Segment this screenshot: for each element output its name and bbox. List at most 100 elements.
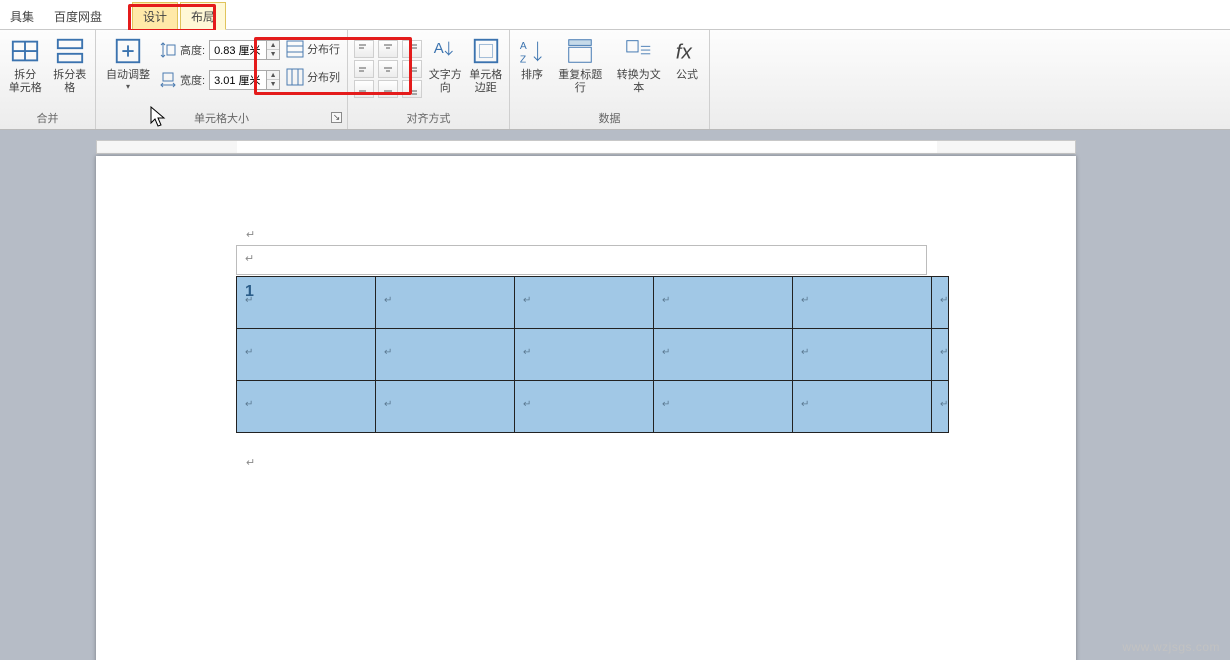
align-tc[interactable] — [378, 40, 398, 58]
end-of-row-mark: ↵ — [932, 329, 949, 381]
table-row[interactable]: ↵ ↵ ↵ ↵ ↵ ↵ — [237, 329, 949, 381]
split-table-button[interactable]: 拆分表格 — [51, 36, 90, 95]
align-tr[interactable] — [402, 40, 422, 58]
horizontal-ruler[interactable] — [96, 140, 1076, 154]
table-cell[interactable]: ↵ — [654, 329, 793, 381]
end-of-row-mark: ↵ — [932, 381, 949, 433]
autofit-label: 自动调整 — [106, 69, 150, 81]
align-tl[interactable] — [354, 40, 374, 58]
tab-design[interactable]: 设计 — [132, 2, 178, 29]
align-br[interactable] — [402, 80, 422, 98]
table-cell[interactable]: ↵ — [376, 277, 515, 329]
height-spinner[interactable]: ▲▼ — [209, 40, 280, 60]
height-label: 高度: — [180, 42, 205, 58]
table-cell[interactable]: ↵ — [237, 381, 376, 433]
cell-size-dialog-launcher[interactable]: ↘ — [331, 112, 342, 123]
split-cells-icon — [10, 36, 40, 66]
watermark-text: www.wzjsgs.com — [1122, 640, 1220, 654]
cell-margins-button[interactable]: 单元格 边距 — [469, 36, 504, 95]
sort-icon: AZ — [517, 36, 547, 66]
tab-toolset[interactable]: 具集 — [0, 3, 44, 29]
svg-text:fx: fx — [676, 41, 693, 64]
autofit-icon — [113, 36, 143, 66]
svg-text:A: A — [520, 41, 527, 52]
table-row[interactable]: 1↵ ↵ ↵ ↵ ↵ ↵ — [237, 277, 949, 329]
group-cell-size-title: 单元格大小 ↘ — [102, 110, 341, 129]
distribute-cols-button[interactable]: 分布列 — [286, 68, 340, 86]
ribbon-tab-strip: 具集 百度网盘 设计 布局 — [0, 0, 1230, 30]
table-cell[interactable]: ↵ — [515, 329, 654, 381]
height-input[interactable] — [210, 42, 266, 58]
split-cells-button[interactable]: 拆分 单元格 — [6, 36, 45, 95]
selected-table[interactable]: 1↵ ↵ ↵ ↵ ↵ ↵ ↵ ↵ ↵ ↵ ↵ ↵ ↵ ↵ ↵ ↵ ↵ ↵ — [236, 276, 949, 433]
height-up[interactable]: ▲ — [267, 41, 279, 50]
group-alignment: A 文字方向 单元格 边距 对齐方式 — [348, 30, 510, 129]
distribute-cols-icon — [286, 68, 304, 86]
row-height-icon — [160, 42, 176, 58]
repeat-header-button[interactable]: 重复标题行 — [554, 36, 607, 95]
split-cells-label: 拆分 单元格 — [9, 69, 42, 94]
autofit-button[interactable]: 自动调整 ▾ — [102, 36, 154, 91]
split-table-icon — [55, 36, 85, 66]
width-down[interactable]: ▼ — [267, 80, 279, 89]
table-cell[interactable]: ↵ — [793, 381, 932, 433]
group-merge: 拆分 单元格 拆分表格 合并 — [0, 30, 96, 129]
text-direction-icon: A — [430, 36, 460, 66]
page[interactable]: ↵ ↵ 1↵ ↵ ↵ ↵ ↵ ↵ ↵ ↵ ↵ ↵ ↵ ↵ ↵ — [96, 156, 1076, 660]
distribute-rows-button[interactable]: 分布行 — [286, 40, 340, 58]
cell-paragraph-mark: ↵ — [245, 252, 254, 265]
dropdown-indicator-icon: ▾ — [102, 82, 154, 91]
sort-label: 排序 — [521, 69, 543, 81]
paragraph-mark: ↵ — [246, 456, 255, 469]
table-cell[interactable]: ↵ — [654, 277, 793, 329]
tab-baidupan[interactable]: 百度网盘 — [44, 3, 112, 29]
alignment-grid — [354, 36, 422, 98]
text-direction-label: 文字方向 — [429, 69, 462, 94]
distribute-cols-label: 分布列 — [307, 69, 340, 85]
cell-margins-label: 单元格 边距 — [469, 69, 502, 94]
width-input[interactable] — [210, 72, 266, 88]
width-label: 宽度: — [180, 72, 205, 88]
table-cell[interactable]: ↵ — [515, 381, 654, 433]
formula-icon: fx — [672, 36, 702, 66]
align-bc[interactable] — [378, 80, 398, 98]
table-cell[interactable]: ↵ — [237, 329, 376, 381]
table-cell[interactable]: ↵ — [376, 329, 515, 381]
text-direction-button[interactable]: A 文字方向 — [428, 36, 463, 95]
formula-label: 公式 — [676, 69, 698, 81]
table-cell[interactable]: ↵ — [376, 381, 515, 433]
width-spinner[interactable]: ▲▼ — [209, 70, 280, 90]
document-area: ↵ ↵ 1↵ ↵ ↵ ↵ ↵ ↵ ↵ ↵ ↵ ↵ ↵ ↵ ↵ — [0, 130, 1230, 660]
group-data-title: 数据 — [516, 110, 703, 129]
convert-to-text-label: 转换为文本 — [617, 69, 661, 94]
split-table-label: 拆分表格 — [53, 69, 86, 94]
table-cell[interactable]: ↵ — [793, 277, 932, 329]
align-mc[interactable] — [378, 60, 398, 78]
align-ml[interactable] — [354, 60, 374, 78]
group-cell-size: 自动调整 ▾ 高度: ▲▼ 宽度: ▲▼ — [96, 30, 348, 129]
align-bl[interactable] — [354, 80, 374, 98]
table-cell[interactable]: ↵ — [515, 277, 654, 329]
convert-to-text-button[interactable]: 转换为文本 — [613, 36, 666, 95]
tab-layout[interactable]: 布局 — [180, 2, 226, 30]
formula-button[interactable]: fx 公式 — [671, 36, 703, 82]
table-cell[interactable]: ↵ — [793, 329, 932, 381]
table-cell[interactable]: ↵ — [654, 381, 793, 433]
repeat-header-label: 重复标题行 — [558, 69, 602, 94]
table-cell[interactable]: 1↵ — [237, 277, 376, 329]
table-header-row-empty[interactable]: ↵ — [236, 245, 927, 275]
table-row[interactable]: ↵ ↵ ↵ ↵ ↵ ↵ — [237, 381, 949, 433]
sort-button[interactable]: AZ 排序 — [516, 36, 548, 82]
col-width-icon — [160, 72, 176, 88]
width-up[interactable]: ▲ — [267, 71, 279, 80]
convert-to-text-icon — [624, 36, 654, 66]
group-cell-size-title-text: 单元格大小 — [194, 113, 249, 125]
group-merge-title: 合并 — [6, 110, 89, 129]
cell-margins-icon — [471, 36, 501, 66]
align-mr[interactable] — [402, 60, 422, 78]
ribbon: 拆分 单元格 拆分表格 合并 自动调整 ▾ 高度: — [0, 30, 1230, 130]
group-alignment-title: 对齐方式 — [354, 110, 503, 129]
group-data: AZ 排序 重复标题行 转换为文本 fx 公式 数据 — [510, 30, 710, 129]
paragraph-mark: ↵ — [246, 228, 255, 241]
height-down[interactable]: ▼ — [267, 50, 279, 59]
